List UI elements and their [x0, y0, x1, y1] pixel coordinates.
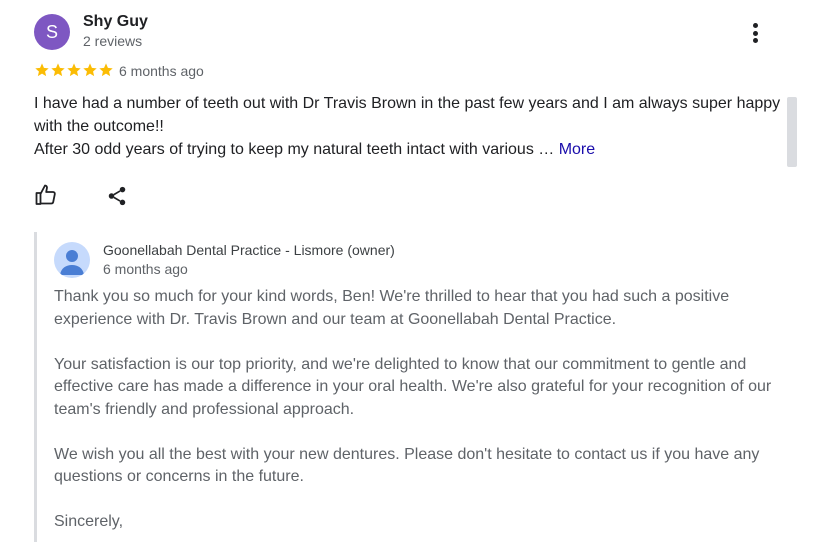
more-link[interactable]: More	[559, 141, 595, 158]
owner-name: Goonellabah Dental Practice - Lismore (o…	[103, 242, 395, 258]
review-text-line: After 30 odd years of trying to keep my …	[34, 138, 784, 161]
owner-reply-paragraph: Your satisfaction is our top priority, a…	[54, 355, 772, 418]
review-text-line: I have had a number of teeth out with Dr…	[34, 95, 781, 135]
star-icon	[51, 63, 65, 77]
owner-reply-time: 6 months ago	[103, 261, 188, 277]
scrollbar-thumb[interactable]	[787, 97, 797, 167]
review-text-truncated: After 30 odd years of trying to keep my …	[34, 141, 559, 158]
reviewer-review-count: 2 reviews	[83, 33, 143, 49]
owner-reply-text: Thank you so much for your kind words, B…	[54, 286, 774, 556]
review-text: I have had a number of teeth out with Dr…	[34, 92, 784, 161]
more-vert-icon[interactable]	[744, 20, 766, 46]
owner-avatar	[54, 242, 90, 278]
owner-reply-paragraph: Thank you so much for your kind words, B…	[54, 288, 730, 328]
star-icon	[35, 63, 49, 77]
share-icon[interactable]	[106, 184, 128, 208]
star-icon	[99, 63, 113, 77]
thumb-up-icon[interactable]	[34, 183, 58, 207]
owner-reply-paragraph: Sincerely,	[54, 513, 124, 530]
reviewer-avatar[interactable]: S	[34, 14, 70, 50]
star-icon	[83, 63, 97, 77]
reviewer-name[interactable]: Shy Guy	[83, 13, 148, 31]
star-icon	[67, 63, 81, 77]
owner-reply-divider	[34, 232, 37, 542]
star-rating	[34, 62, 114, 78]
owner-reply-paragraph: We wish you all the best with your new d…	[54, 445, 760, 486]
review-time: 6 months ago	[119, 63, 204, 79]
